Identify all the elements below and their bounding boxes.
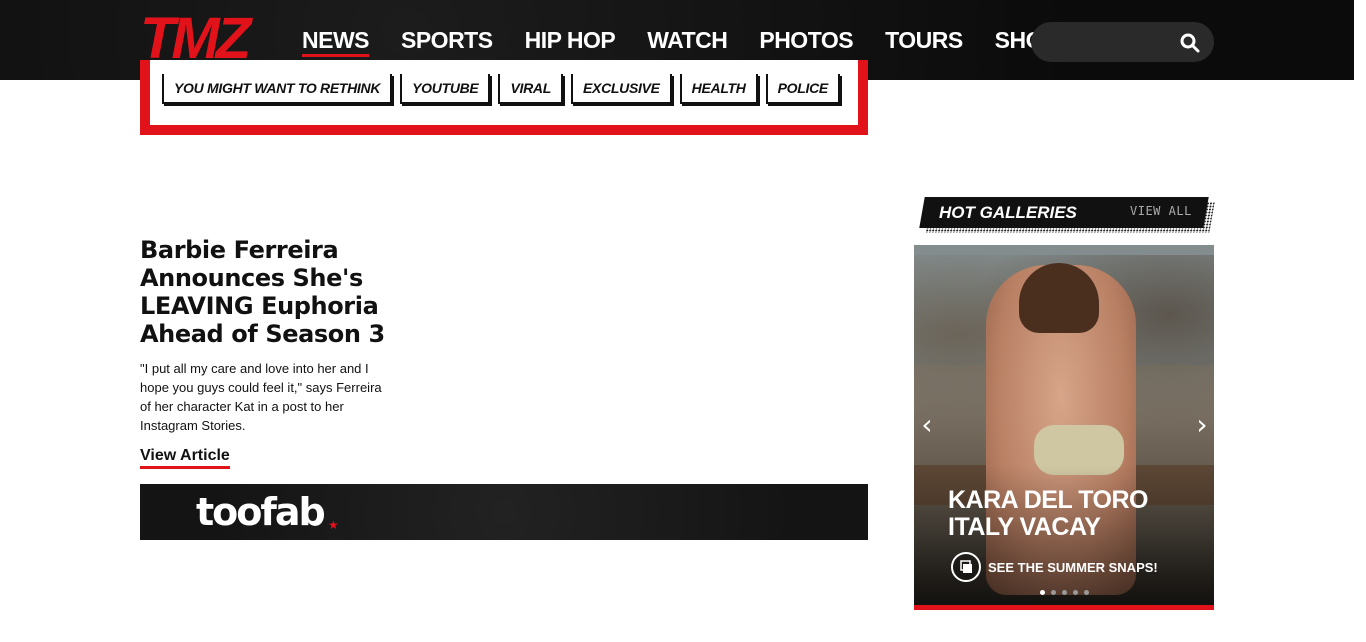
related-tags-box: YOU MIGHT WANT TO RETHINK YOUTUBE VIRAL EXC… bbox=[140, 60, 868, 135]
carousel-dot[interactable] bbox=[1062, 590, 1067, 595]
carousel-dot[interactable] bbox=[1084, 590, 1089, 595]
nav-item-news[interactable]: NEWS bbox=[302, 26, 370, 57]
gallery-stack-icon bbox=[951, 552, 981, 582]
gallery-carousel[interactable]: ‹ › KARA DEL TORO ITALY VACAY SEE THE SU… bbox=[914, 245, 1214, 605]
prev-arrow-icon[interactable]: ‹ bbox=[917, 410, 937, 440]
tag-health[interactable]: HEALTH bbox=[679, 74, 758, 104]
view-all-link[interactable]: VIEW ALL bbox=[1130, 204, 1192, 218]
search-box bbox=[1031, 22, 1214, 62]
gallery-bottom-bar bbox=[914, 605, 1214, 610]
toofab-banner[interactable]: toofab ★ bbox=[140, 484, 868, 540]
search-input[interactable] bbox=[1045, 30, 1175, 54]
carousel-dot[interactable] bbox=[1040, 590, 1045, 595]
tag-exclusive[interactable]: EXCLUSIVE bbox=[571, 74, 672, 104]
star-icon: ★ bbox=[328, 518, 339, 532]
article-description: "I put all my care and love into her and… bbox=[140, 361, 382, 433]
nav-item-sports[interactable]: SPORTS bbox=[401, 26, 493, 57]
carousel-dot[interactable] bbox=[1073, 590, 1078, 595]
nav-item-photos[interactable]: PHOTOS bbox=[759, 26, 853, 57]
search-icon[interactable] bbox=[1179, 32, 1201, 54]
nav-item-watch[interactable]: WATCH bbox=[647, 26, 728, 57]
gallery-cta-label: SEE THE SUMMER SNAPS! bbox=[988, 559, 1158, 575]
nav-item-tours[interactable]: TOURS bbox=[885, 26, 963, 57]
next-arrow-icon[interactable]: › bbox=[1192, 410, 1212, 440]
gallery-cta-button[interactable]: SEE THE SUMMER SNAPS! bbox=[951, 552, 1158, 582]
view-article-link[interactable]: View Article bbox=[140, 447, 230, 469]
tag-viral[interactable]: VIRAL bbox=[498, 74, 563, 104]
gallery-photo-hair bbox=[1019, 263, 1099, 333]
nav-item-hip-hop[interactable]: HIP HOP bbox=[525, 26, 616, 57]
hot-galleries-header: HOT GALLERIES VIEW ALL bbox=[919, 197, 1215, 233]
tmz-logo[interactable]: TMZ bbox=[140, 10, 264, 68]
toofab-logo: toofab bbox=[196, 490, 326, 534]
tags-list: YOU MIGHT WANT TO RETHINK YOUTUBE VIRAL EXC… bbox=[162, 74, 848, 104]
tag-you-might-want-to-rethink[interactable]: YOU MIGHT WANT TO RETHINK bbox=[162, 74, 393, 104]
tag-police[interactable]: POLICE bbox=[765, 74, 840, 104]
carousel-dots bbox=[1040, 590, 1095, 595]
carousel-dot[interactable] bbox=[1051, 590, 1056, 595]
tag-youtube[interactable]: YOUTUBE bbox=[400, 74, 491, 104]
scrollbar[interactable] bbox=[1354, 0, 1366, 642]
article-title[interactable]: Barbie Ferreira Announces She's LEAVING … bbox=[140, 236, 460, 348]
gallery-slide-title[interactable]: KARA DEL TORO ITALY VACAY bbox=[948, 487, 1188, 541]
main-nav: NEWS SPORTS HIP HOP WATCH PHOTOS TOURS SHOP bbox=[302, 26, 1090, 57]
hot-galleries-title: HOT GALLERIES bbox=[939, 203, 1077, 222]
